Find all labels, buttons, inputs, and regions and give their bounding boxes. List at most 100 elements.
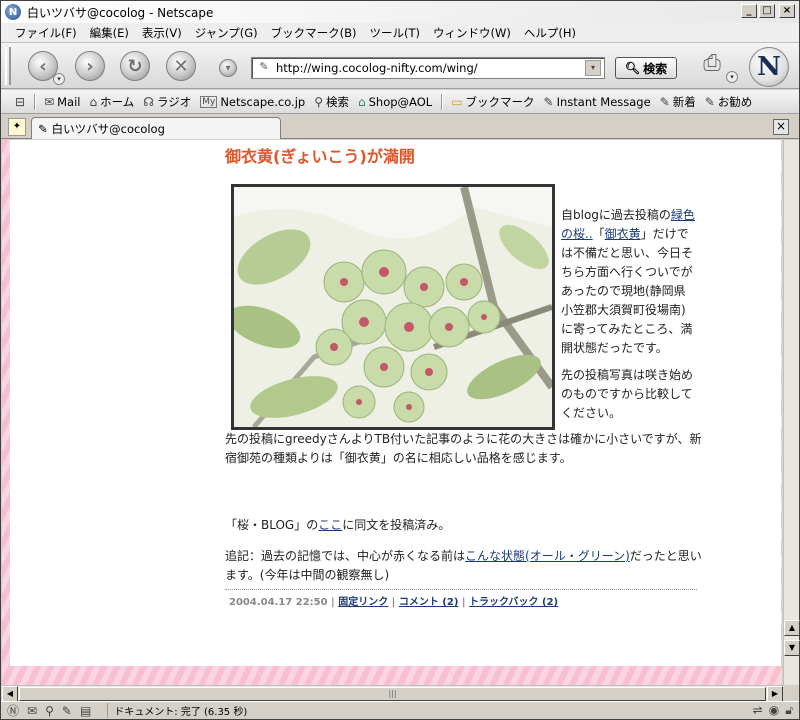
address-book-icon[interactable]: ▤ <box>80 704 91 718</box>
toolbar-item-label: Netscape.co.jp <box>220 94 306 109</box>
toolbar-item-new[interactable]: ✎ 新着 <box>660 94 696 110</box>
menu-tools[interactable]: ツール(T) <box>370 25 421 41</box>
magnifier-icon: 🔍︎ <box>624 61 641 75</box>
close-button[interactable]: × <box>779 4 795 18</box>
bookmark-folder-icon: ▭ <box>451 94 463 109</box>
status-text: ドキュメント: 完了 (6.35 秒) <box>107 703 247 718</box>
link-gyoiko[interactable]: 御衣黄 <box>605 227 641 241</box>
page-bookmark-icon: ✎ <box>38 121 48 136</box>
search-button[interactable]: 🔍︎ 検索 <box>615 57 677 79</box>
reload-button[interactable]: ↻ <box>120 51 150 81</box>
maximize-button[interactable]: □ <box>759 4 775 18</box>
toolbar-item-radio[interactable]: ☊ ラジオ <box>143 94 191 110</box>
new-tab-icon[interactable]: ✦ <box>8 118 26 136</box>
toolbar-item-label: 検索 <box>326 94 349 109</box>
tab-active[interactable]: ✎ 白いツバサ@cocolog <box>31 117 281 139</box>
netscape-throbber[interactable]: N <box>749 47 789 87</box>
cherry-blossom-photo[interactable] <box>231 184 555 430</box>
toolbar-separator <box>34 93 37 110</box>
link-all-green[interactable]: こんな状態(オール・グリーン) <box>465 549 630 563</box>
url-history-button[interactable]: ▾ <box>219 59 237 77</box>
url-input[interactable] <box>276 61 585 75</box>
menu-go[interactable]: ジャンプ(G) <box>195 25 258 41</box>
body-paragraph-2: 「桜・BLOG」のここに同文を投稿済み。 <box>225 516 705 535</box>
toolbar-grip[interactable] <box>5 47 11 85</box>
side-paragraph-2: 先の投稿写真は咲き始めのものですから比較してください。 <box>561 368 694 420</box>
toolbar-item-search[interactable]: ⚲ 検索 <box>314 94 349 110</box>
url-dropdown-button[interactable]: ▾ <box>585 60 601 76</box>
vertical-scrollbar[interactable]: ▲ ▼ <box>783 140 800 685</box>
printer-icon: ⎙ <box>703 51 721 76</box>
toolbar-item-label: Instant Message <box>556 94 651 109</box>
toolbar-item-label: ラジオ <box>156 94 192 109</box>
new-icon: ✎ <box>659 94 670 109</box>
menu-bar: ファイル(F) 編集(E) 表示(V) ジャンプ(G) ブックマーク(B) ツー… <box>1 23 799 43</box>
page-bookmark-icon[interactable]: ✎ <box>256 60 272 76</box>
search-icon: ⚲ <box>314 94 323 109</box>
toolbar-item-label: ホーム <box>100 94 135 109</box>
menu-view[interactable]: 表示(V) <box>142 25 182 41</box>
chevron-down-icon: ▾ <box>225 62 231 74</box>
side-text-c: 」だけでは不備だと思い、今日そちら方面へ行くついでがあったので現地(静岡県小笠郡… <box>561 227 694 355</box>
tab-bar: ✦ ✎ 白いツバサ@cocolog × <box>1 115 799 139</box>
minimize-button[interactable]: _ <box>741 4 757 18</box>
post-body: 先の投稿にgreedyさんよりTB付いた記事のように花の大きさは確かに小さいです… <box>225 430 705 597</box>
window-title: 白いツバサ@cocolog - Netscape <box>27 5 214 20</box>
print-button[interactable]: ⎙ <box>695 51 729 81</box>
menu-edit[interactable]: 編集(E) <box>90 25 129 41</box>
toolbar-item-home[interactable]: ⌂ ホーム <box>89 94 134 110</box>
toolbar-separator <box>441 93 444 110</box>
forward-button[interactable]: › <box>75 51 105 81</box>
my-icon: My <box>200 95 218 108</box>
toolbar-item-bookmarks[interactable]: ▭ ブックマーク <box>451 94 534 110</box>
security-lock-icon[interactable]: 🔓︎ <box>785 703 793 718</box>
scroll-right-button[interactable]: ▶ <box>767 686 783 702</box>
close-tab-button[interactable]: × <box>773 119 789 135</box>
close-icon: × <box>775 119 787 133</box>
toolbar-item-label: 新着 <box>672 94 696 109</box>
menu-bookmarks[interactable]: ブックマーク(B) <box>271 25 357 41</box>
personal-toolbar: ⊟ ✉ Mail ⌂ ホーム ☊ ラジオ My Netscape.co.jp ⚲ 検索 ⌂… <box>1 90 799 114</box>
toolbar-item-recommend[interactable]: ✎ お勧め <box>705 94 753 110</box>
photo-drawing <box>234 187 552 427</box>
horizontal-scroll-thumb[interactable]: ||| <box>19 687 766 701</box>
privacy-icon[interactable]: ◉ <box>769 703 779 718</box>
online-status-icon[interactable]: ⇌ <box>753 703 763 718</box>
link-here[interactable]: ここ <box>318 518 342 532</box>
back-arrow-icon: ‹ <box>39 55 47 77</box>
blog-post: 御衣黄(ぎょいこう)が満開 自blogに過去投稿の緑色の桜..「御衣黄」だけでは… <box>225 140 705 608</box>
horizontal-scrollbar[interactable]: ◀ ||| ▶ <box>2 685 783 702</box>
post-footer: 2004.04.17 22:50 | 固定リンク | コメント (2) | トラ… <box>229 597 559 608</box>
forward-arrow-icon: › <box>86 55 94 77</box>
side-text-a: 自blogに過去投稿の <box>561 208 671 222</box>
scroll-up-button[interactable]: ▲ <box>784 620 800 636</box>
back-history-dropdown[interactable]: ▾ <box>53 73 65 85</box>
trackback-link[interactable]: トラックバック (2) <box>469 597 558 608</box>
menu-file[interactable]: ファイル(F) <box>15 25 77 41</box>
print-dropdown[interactable]: ▾ <box>726 71 738 83</box>
scroll-down-button[interactable]: ▼ <box>784 640 800 656</box>
composer-icon[interactable]: ✎ <box>62 704 72 718</box>
scroll-left-button[interactable]: ◀ <box>2 686 18 702</box>
toolbar-item-mail[interactable]: ✉ Mail <box>44 95 80 109</box>
body-text-b: に同文を投稿済み。 <box>342 518 451 532</box>
mail-icon[interactable]: ✉ <box>27 704 37 718</box>
toolbar-item-netscape-co-jp[interactable]: My Netscape.co.jp <box>200 95 305 109</box>
page-content: 御衣黄(ぎょいこう)が満開 自blogに過去投稿の緑色の桜..「御衣黄」だけでは… <box>10 140 781 666</box>
post-side-text: 自blogに過去投稿の緑色の桜..「御衣黄」だけでは不備だと思い、今日そちら方面… <box>561 206 696 431</box>
comments-link[interactable]: コメント (2) <box>399 597 459 608</box>
menu-window[interactable]: ウィンドウ(W) <box>433 25 511 41</box>
permalink-link[interactable]: 固定リンク <box>338 597 388 608</box>
body-text-a: 「桜・BLOG」の <box>225 518 319 532</box>
toolbar-item-instant-message[interactable]: ✎ Instant Message <box>544 95 651 109</box>
home-icon: ⌂ <box>89 94 98 109</box>
aim-icon[interactable]: ⚲ <box>45 704 54 718</box>
body-text-c: 追記：過去の記憶では、中心が赤くなる前は <box>225 549 466 563</box>
toolbar-item-shop[interactable]: ⌂ Shop@AOL <box>358 95 432 109</box>
menu-help[interactable]: ヘルプ(H) <box>524 25 576 41</box>
tab-toggle-button[interactable]: ⊟ <box>15 95 25 109</box>
side-paragraph-1: 自blogに過去投稿の緑色の桜..「御衣黄」だけでは不備だと思い、今日そちら方面… <box>561 206 696 358</box>
body-paragraph-3: 追記：過去の記憶では、中心が赤くなる前はこんな状態(オール・グリーン)だったと思… <box>225 547 705 585</box>
netscape-status-icon[interactable]: Ⓝ <box>7 702 19 719</box>
stop-button[interactable]: ✕ <box>166 51 196 81</box>
